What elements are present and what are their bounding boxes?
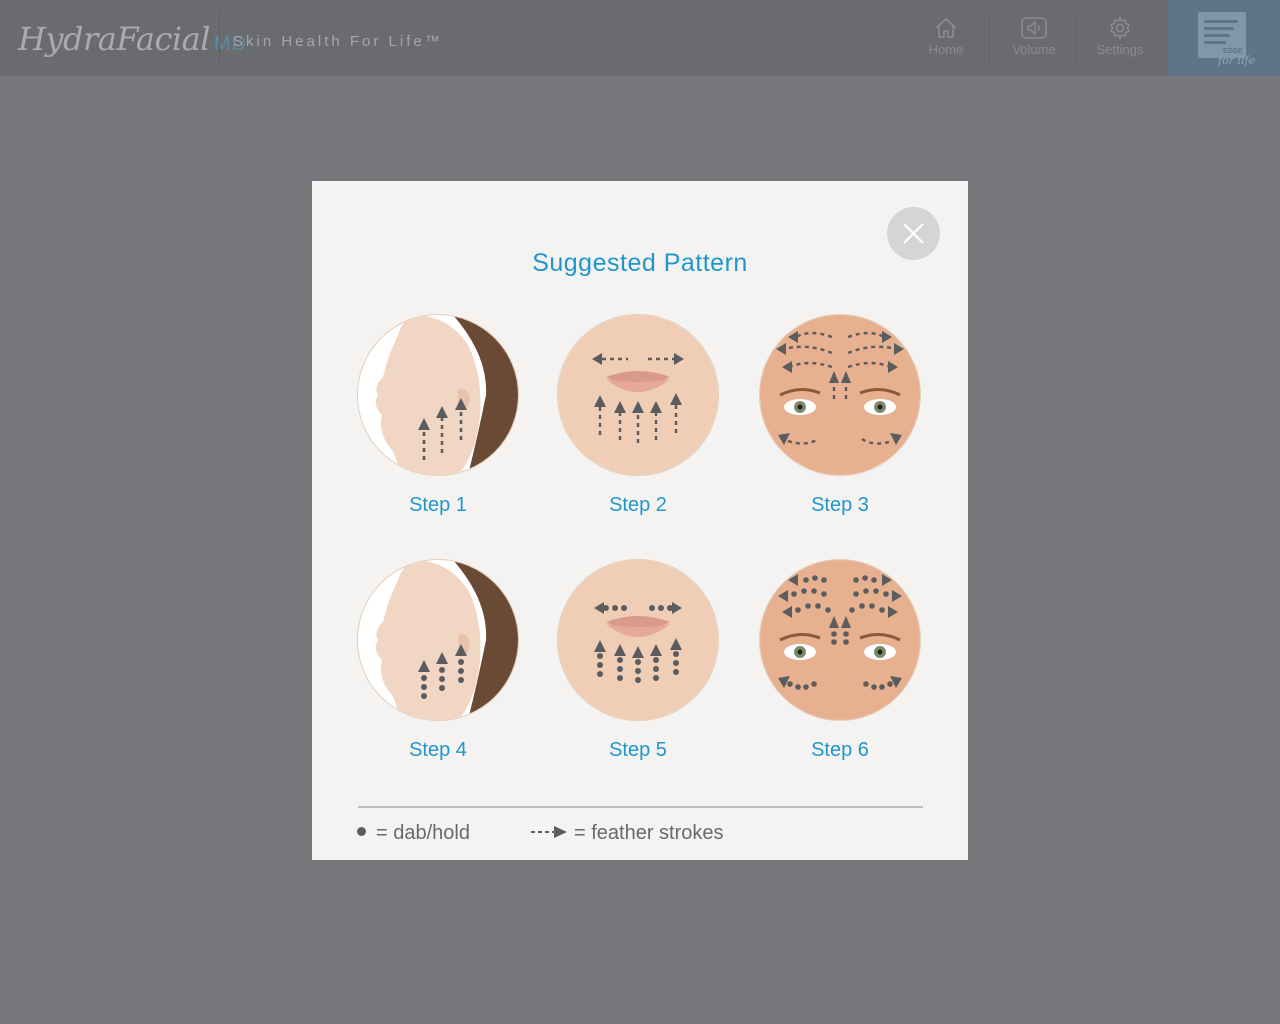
step-5-image (557, 559, 719, 721)
dot-icon (357, 827, 366, 837)
speaker-icon (1021, 17, 1047, 39)
legend-dab-text: = dab/hold (376, 822, 470, 844)
home-button[interactable]: Home (903, 0, 989, 76)
legend-feather-text: = feather strokes (574, 822, 724, 844)
home-label: Home (928, 42, 964, 57)
step-3-image (759, 314, 921, 476)
step-card-4[interactable]: Step 4 (353, 559, 523, 762)
step-1-label: Step 1 (409, 494, 467, 516)
step-2-label: Step 2 (609, 494, 667, 516)
brand-name: HydraFacial (18, 20, 210, 58)
step-card-1[interactable]: Step 1 (353, 314, 523, 517)
suggested-pattern-dialog: Suggested Pattern Step 1 Step 2 Step 3 S… (312, 181, 968, 860)
edge-panel[interactable]: EDGE for life (1168, 0, 1280, 76)
step-card-2[interactable]: Step 2 (553, 314, 723, 517)
step-card-5[interactable]: Step 5 (553, 559, 723, 762)
edge-logo: EDGE (1198, 12, 1246, 58)
nav-divider (989, 12, 990, 66)
volume-label: Volume (1012, 42, 1056, 57)
dashed-arrow-icon (531, 825, 567, 838)
step-5-label: Step 5 (609, 739, 667, 761)
step-3-label: Step 3 (811, 494, 869, 516)
gear-icon (1110, 16, 1130, 40)
legend-divider (358, 806, 923, 808)
step-card-3[interactable]: Step 3 (755, 314, 925, 517)
edge-script: for life (1218, 54, 1256, 67)
header-divider (219, 12, 220, 66)
volume-button[interactable]: Volume (991, 0, 1077, 76)
step-card-6[interactable]: Step 6 (755, 559, 925, 762)
close-icon (903, 223, 924, 244)
dialog-title: Suggested Pattern (532, 249, 748, 277)
settings-label: Settings (1096, 42, 1144, 57)
step-6-image (759, 559, 921, 721)
legend-dab: = dab/hold (357, 821, 470, 845)
hydrafacial-logo: HydraFacial MD (18, 14, 247, 64)
app-header: HydraFacial MD Skin Health For Life™ Home… (0, 0, 1280, 76)
legend-feather: = feather strokes (530, 821, 724, 845)
step-4-image (357, 559, 519, 721)
tagline: Skin Health For Life™ (233, 33, 443, 50)
settings-button[interactable]: Settings (1077, 0, 1163, 76)
home-icon (935, 17, 957, 38)
step-6-label: Step 6 (811, 739, 869, 761)
step-2-image (557, 314, 719, 476)
step-4-label: Step 4 (409, 739, 467, 761)
step-1-image (357, 314, 519, 476)
